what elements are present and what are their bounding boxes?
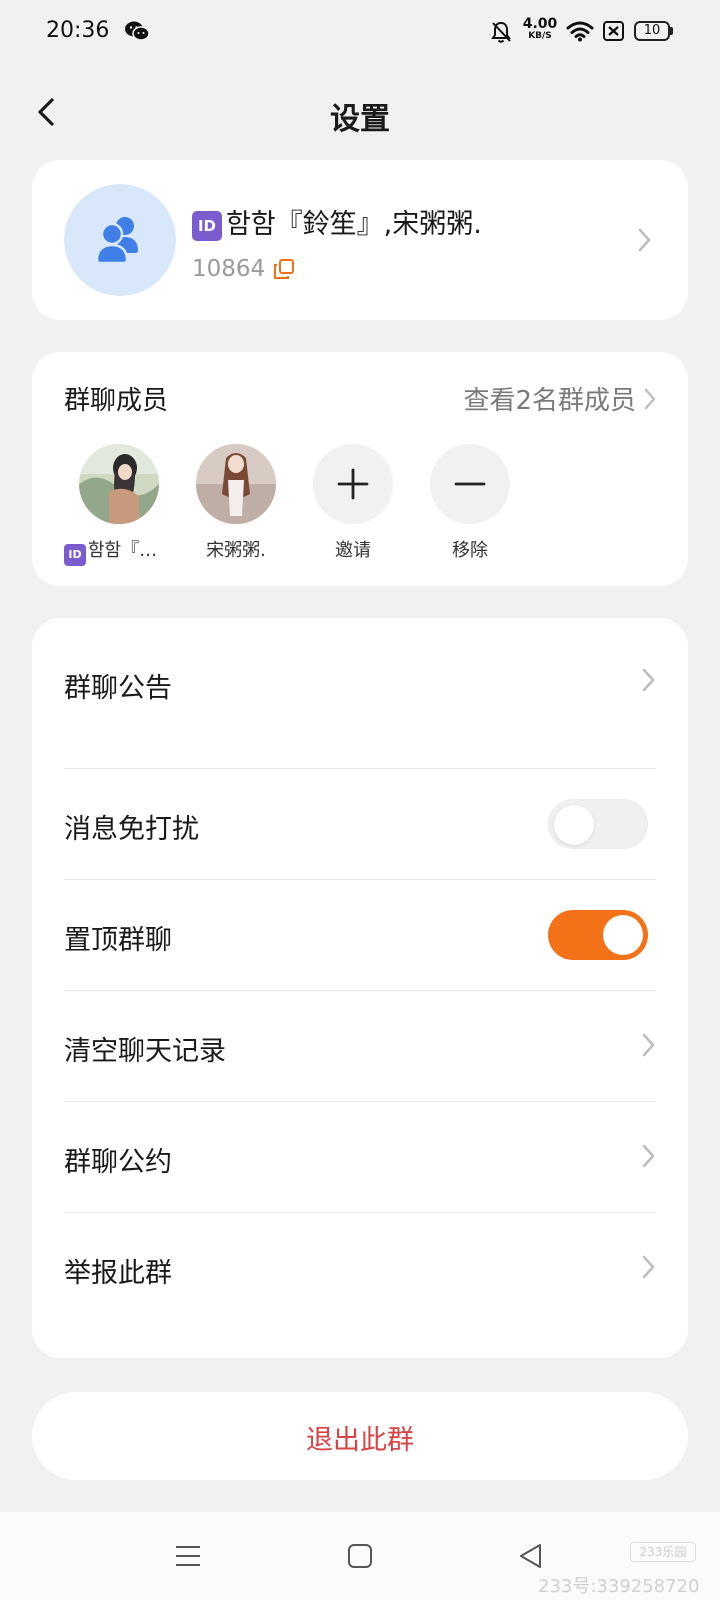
page-title: 设置: [330, 102, 390, 137]
chevron-right-icon: [642, 668, 655, 692]
member-avatar: [196, 444, 276, 524]
home-icon[interactable]: [347, 1542, 373, 1570]
remove-member-button[interactable]: 移除: [415, 444, 525, 562]
member-name: 宋粥粥.: [206, 540, 266, 561]
group-name: ID 함함『鈴笙』,宋粥粥.: [192, 202, 482, 241]
members-card: 群聊成员 查看2名群成员 ID 함함『鈴… 宋粥粥. 邀请 移除: [32, 352, 688, 586]
chevron-right-icon: [644, 388, 656, 409]
setting-row-pin-chat: 置顶群聊: [64, 880, 656, 991]
member-item[interactable]: ID 함함『鈴…: [64, 444, 174, 566]
setting-row-clear-history[interactable]: 清空聊天记录: [64, 991, 656, 1102]
watermark-text: 233号:339258720: [538, 1576, 700, 1597]
setting-row-report[interactable]: 举报此群: [64, 1213, 656, 1324]
setting-row-do-not-disturb: 消息免打扰: [64, 769, 656, 880]
battery-icon: 10: [634, 21, 674, 41]
plus-icon: [313, 444, 393, 524]
view-members-link[interactable]: 查看2名群成员: [463, 380, 658, 417]
system-nav-bar: 233乐园 233号:339258720: [0, 1512, 720, 1600]
invite-label: 邀请: [335, 540, 371, 561]
member-item[interactable]: 宋粥粥.: [181, 444, 291, 562]
quit-group-label: 退出此群: [306, 1425, 414, 1456]
group-avatar: [64, 184, 176, 296]
member-avatar: [79, 444, 159, 524]
mute-bell-icon: [491, 21, 511, 43]
pin-chat-toggle[interactable]: [548, 910, 648, 960]
announcement-label: 群聊公告: [64, 673, 172, 704]
header: 设置: [0, 70, 720, 156]
invite-member-button[interactable]: 邀请: [298, 444, 408, 562]
back-triangle-icon[interactable]: [518, 1542, 544, 1570]
minus-icon: [430, 444, 510, 524]
status-bar: 20:36 4.00 KB/S 10: [0, 0, 720, 64]
group-users-icon: [95, 217, 138, 265]
group-info-card[interactable]: ID 함함『鈴笙』,宋粥粥. 10864: [32, 160, 688, 320]
chevron-right-icon: [642, 1255, 655, 1279]
wifi-icon: [566, 21, 594, 42]
battery-level: 10: [634, 21, 670, 41]
chevron-right-icon: [642, 1144, 655, 1168]
group-name-text: 함함『鈴笙』,宋粥粥.: [226, 209, 482, 240]
id-badge-icon: ID: [64, 544, 86, 566]
status-time: 20:36: [46, 18, 110, 43]
do-not-disturb-toggle[interactable]: [548, 799, 648, 849]
wechat-icon: [125, 21, 150, 41]
setting-row-group-rules[interactable]: 群聊公约: [64, 1102, 656, 1213]
chevron-right-icon: [642, 1033, 655, 1057]
members-title: 群聊成员: [64, 386, 169, 416]
do-not-disturb-label: 消息免打扰: [64, 814, 199, 845]
copy-icon[interactable]: [272, 257, 296, 281]
network-speed-value: 4.00: [522, 16, 558, 32]
member-name: ID 함함『鈴…: [64, 536, 174, 566]
menu-icon[interactable]: [174, 1542, 202, 1570]
remove-label: 移除: [452, 540, 488, 561]
pin-chat-label: 置顶群聊: [64, 925, 172, 956]
id-badge-icon: ID: [192, 211, 222, 241]
watermark-logo: 233乐园: [630, 1542, 696, 1562]
network-speed: 4.00 KB/S: [520, 17, 560, 41]
view-members-label: 查看2名群成员: [463, 386, 636, 416]
sim-off-icon: [603, 21, 624, 41]
group-rules-label: 群聊公约: [64, 1147, 172, 1178]
settings-card: 群聊公告 消息免打扰 置顶群聊 清空聊天记录 群聊公约 举报此群: [32, 618, 688, 1358]
group-number: 10864: [192, 256, 266, 282]
quit-group-button[interactable]: 退出此群: [32, 1392, 688, 1480]
clear-history-label: 清空聊天记录: [64, 1036, 226, 1067]
report-label: 举报此群: [64, 1258, 172, 1289]
network-speed-unit: KB/S: [528, 31, 552, 41]
chevron-right-icon: [638, 228, 651, 252]
setting-row-announcement[interactable]: 群聊公告: [64, 618, 656, 768]
